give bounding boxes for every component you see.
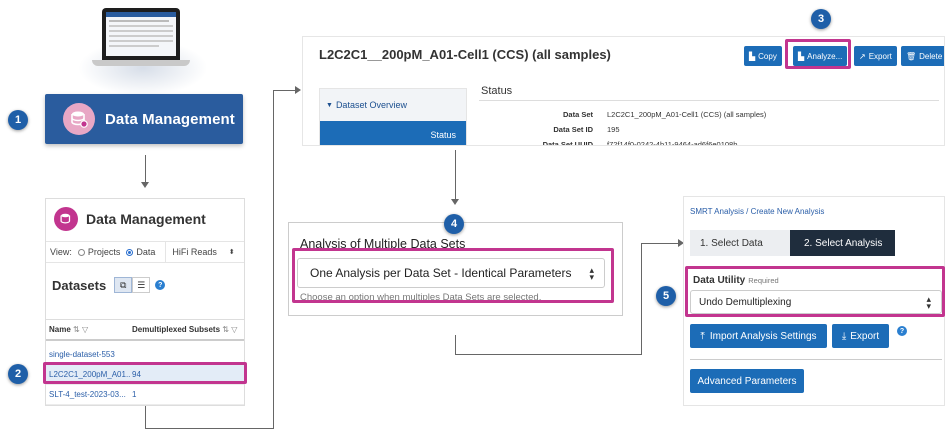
- data-type-select[interactable]: HiFi Reads ⬍: [165, 241, 235, 263]
- table-row[interactable]: SLT-4_test-2023-03... 1: [46, 385, 244, 405]
- download-icon: ⤓: [841, 330, 847, 342]
- dataset-name[interactable]: SLT-4_test-2023-03...: [46, 390, 130, 399]
- connector-arrow: [451, 199, 459, 205]
- data-management-banner[interactable]: Data Management: [45, 94, 243, 144]
- field-value: 195: [607, 125, 620, 134]
- laptop-screen-content: [106, 12, 176, 56]
- trash-icon: 🗑: [906, 51, 917, 61]
- panel-title: Data Management: [86, 211, 206, 227]
- advanced-parameters-button[interactable]: Advanced Parameters: [690, 369, 804, 393]
- field-label: Data Set: [562, 110, 593, 119]
- radio-data[interactable]: [126, 248, 134, 256]
- import-analysis-settings-button[interactable]: ⤒ Import Analysis Settings: [690, 324, 827, 348]
- dataset-name[interactable]: single-dataset-553: [46, 350, 130, 359]
- connector-line: [145, 406, 146, 429]
- delete-button[interactable]: 🗑 Delete: [901, 46, 944, 66]
- connector-arrow: [295, 86, 301, 94]
- radio-projects-label[interactable]: Projects: [88, 247, 121, 257]
- export-icon: ↗: [859, 51, 866, 61]
- view-label: View:: [50, 247, 72, 257]
- laptop-illustration: [102, 8, 180, 60]
- chevron-down-icon: ▼: [326, 101, 333, 109]
- status-heading: Status: [481, 85, 513, 97]
- panel-header: Data Management: [54, 207, 206, 231]
- database-icon: [54, 207, 78, 231]
- radio-projects[interactable]: [77, 248, 85, 256]
- divider: [479, 100, 939, 101]
- export-settings-button[interactable]: ⤓ Export: [832, 324, 889, 348]
- data-type-value: HiFi Reads: [172, 247, 217, 257]
- breadcrumb[interactable]: SMRT Analysis / Create New Analysis: [690, 207, 824, 216]
- view-selector: View: Projects Data HiFi Reads ⬍: [46, 241, 244, 263]
- banner-title: Data Management: [105, 110, 235, 128]
- field-value: L2C2C1_200pM_A01-Cell1 (CCS) (all sample…: [607, 110, 767, 119]
- field-label: Data Set ID: [553, 125, 593, 134]
- connector-line: [455, 150, 456, 200]
- step-badge-3: 3: [811, 9, 831, 29]
- dataset-subsets: 1: [132, 390, 137, 399]
- connector-line: [273, 90, 274, 429]
- datasets-toolbar: Datasets ⧉ ☰ ?: [52, 277, 166, 293]
- list-view-toggle-icon[interactable]: ☰: [132, 277, 151, 293]
- step-select-data[interactable]: 1. Select Data: [690, 230, 790, 256]
- export-button[interactable]: ↗ Export: [854, 46, 897, 66]
- info-icon[interactable]: ?: [897, 326, 907, 336]
- select-caret-icon: ⬍: [228, 249, 235, 256]
- step-badge-1: 1: [8, 110, 28, 130]
- tree-view-toggle-icon[interactable]: ⧉: [114, 277, 133, 293]
- nav-item-status[interactable]: Status: [320, 121, 466, 145]
- step-badge-5: 5: [656, 286, 676, 306]
- highlight-data-utility: [685, 266, 945, 317]
- highlight-analyze: [785, 39, 851, 69]
- database-icon: [63, 103, 95, 135]
- connector-line: [455, 335, 456, 355]
- column-header-subsets[interactable]: Demultiplexed Subsets ⇅ ▽: [130, 325, 237, 334]
- copy-icon: ▙: [749, 51, 756, 61]
- column-header-name[interactable]: Name ⇅ ▽: [46, 325, 130, 334]
- step-badge-2: 2: [8, 364, 28, 384]
- upload-icon: ⤒: [700, 330, 705, 342]
- dataset-overview-nav: ▼ Dataset Overview Status: [319, 88, 467, 145]
- step-select-analysis[interactable]: 2. Select Analysis: [790, 230, 895, 256]
- highlight-analysis-mode: [292, 248, 614, 303]
- connector-line: [641, 243, 642, 355]
- connector-line: [145, 428, 274, 429]
- field-label: Data Set UUID: [542, 140, 593, 146]
- laptop-base: [92, 60, 190, 66]
- wizard-steps: 1. Select Data 2. Select Analysis: [690, 230, 895, 256]
- highlight-selected-row: [43, 362, 247, 384]
- connector-line: [145, 155, 146, 183]
- overview-toggle[interactable]: ▼ Dataset Overview: [320, 89, 466, 121]
- step-badge-4: 4: [444, 214, 464, 234]
- connector-arrow: [141, 182, 149, 188]
- divider: [690, 359, 942, 360]
- field-value: f72f14f0-0242-4b11-9464-ad6f6e0108b: [607, 140, 738, 146]
- dataset-title: L2C2C1__200pM_A01-Cell1 (CCS) (all sampl…: [319, 47, 611, 62]
- connector-line: [455, 354, 642, 355]
- table-header: Name ⇅ ▽ Demultiplexed Subsets ⇅ ▽: [46, 319, 244, 341]
- copy-button[interactable]: ▙ Copy: [744, 46, 782, 66]
- datasets-label: Datasets: [52, 277, 107, 293]
- connector-line: [273, 90, 295, 91]
- help-icon[interactable]: ?: [155, 280, 166, 290]
- radio-data-label[interactable]: Data: [136, 247, 155, 257]
- connector-line: [641, 243, 678, 244]
